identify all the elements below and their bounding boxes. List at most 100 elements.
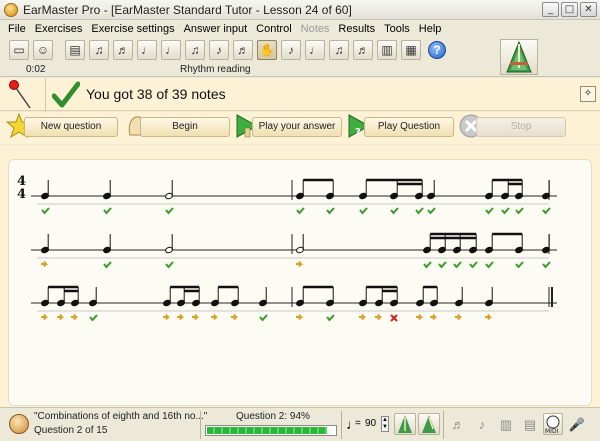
play-your-answer-button[interactable]: Play your answer	[252, 117, 342, 137]
drum-icon[interactable]: ♫	[329, 40, 349, 60]
correct-mark	[103, 207, 112, 215]
staff-icon[interactable]: ♬	[447, 413, 469, 435]
status-bar: "Combinations of eighth and 16th no..." …	[0, 407, 600, 441]
tap-icon[interactable]: ♩	[305, 40, 325, 60]
wrong-mark	[390, 314, 398, 322]
correct-mark	[89, 314, 98, 322]
metronome-accent-icon[interactable]	[418, 413, 440, 435]
sing-icon[interactable]: ♬	[353, 40, 373, 60]
timing-mark	[455, 313, 463, 321]
menu-tools[interactable]: Tools	[384, 23, 410, 35]
timing-mark	[71, 313, 79, 321]
menu-help[interactable]: Help	[419, 23, 442, 35]
timing-mark	[192, 313, 200, 321]
result-message: You got 38 of 39 notes	[86, 86, 226, 102]
app-icon	[4, 2, 18, 17]
microphone-icon[interactable]: 🎤	[566, 413, 588, 435]
minimize-button[interactable]: _	[542, 2, 559, 17]
guitar-icon[interactable]: ♪	[471, 413, 493, 435]
correct-mark	[41, 207, 50, 215]
tempo-equals: =	[355, 418, 361, 429]
timing-mark	[430, 313, 438, 321]
play-question-button[interactable]: Play Question	[364, 117, 454, 137]
title-bar: EarMaster Pro - [EarMaster Standard Tuto…	[0, 0, 600, 20]
lightbulb-icon[interactable]: ✧	[580, 86, 596, 102]
correct-mark	[326, 314, 335, 322]
correct-mark	[296, 207, 305, 215]
correct-mark	[453, 261, 462, 269]
menu-file[interactable]: File	[8, 23, 26, 35]
svg-text:?: ?	[355, 127, 361, 138]
action-buttons-row: New question Begin Play your answer ? Pl…	[0, 112, 600, 144]
pin-icon	[0, 78, 46, 111]
menu-answer-input[interactable]: Answer input	[184, 23, 248, 35]
separator	[443, 411, 444, 439]
exercise-type-label: Rhythm reading	[180, 64, 251, 75]
rhythm-score: 4 4	[17, 174, 557, 322]
new-question-button[interactable]: New question	[24, 117, 118, 137]
time-signature-bottom: 4	[17, 187, 26, 202]
menu-control[interactable]: Control	[256, 23, 291, 35]
timing-mark	[41, 260, 49, 268]
menu-notes[interactable]: Notes	[301, 23, 330, 35]
clap-hands-icon[interactable]: ✋	[257, 40, 277, 60]
score-progress-bar	[205, 425, 337, 436]
quarter-note-icon[interactable]: ♩	[161, 40, 181, 60]
ear-icon[interactable]: ♪	[281, 40, 301, 60]
tuplet-icon[interactable]: ♪	[209, 40, 229, 60]
correct-mark	[415, 207, 424, 215]
score-view-icon[interactable]: ▤	[65, 40, 85, 60]
statistics-icon[interactable]: ▥	[377, 40, 397, 60]
open-folder-icon[interactable]: ▭	[9, 40, 29, 60]
menu-bar: File Exercises Exercise settings Answer …	[0, 20, 600, 37]
notes-eighth-icon[interactable]: ♫	[89, 40, 109, 60]
stop-button[interactable]: Stop	[476, 117, 566, 137]
menu-results[interactable]: Results	[338, 23, 375, 35]
beamed-notes-icon[interactable]: ♫	[185, 40, 205, 60]
correct-mark	[515, 261, 524, 269]
timing-mark	[375, 313, 383, 321]
tempo-spinner[interactable]: ▲ ▼	[381, 416, 389, 432]
menu-exercises[interactable]: Exercises	[35, 23, 83, 35]
timing-mark	[296, 313, 304, 321]
menu-exercise-settings[interactable]: Exercise settings	[91, 23, 174, 35]
score-progress-fill	[207, 427, 328, 434]
correct-mark	[485, 207, 494, 215]
tempo-value[interactable]: 90	[365, 418, 376, 429]
timing-mark	[485, 313, 493, 321]
timing-mark	[163, 313, 171, 321]
timing-mark	[359, 313, 367, 321]
maximize-button[interactable]: □	[561, 2, 578, 17]
timing-mark	[296, 260, 304, 268]
rest-icon[interactable]: ♩	[137, 40, 157, 60]
correct-mark	[427, 207, 436, 215]
begin-button[interactable]: Begin	[140, 117, 230, 137]
results-icon[interactable]: ▦	[401, 40, 421, 60]
correct-mark	[469, 261, 478, 269]
metronome-small-icon[interactable]	[394, 413, 416, 435]
correct-mark	[359, 207, 368, 215]
correct-mark	[542, 261, 551, 269]
correct-mark	[485, 261, 494, 269]
toolbar: ▭ ☺ ▤ ♫ ♬ ♩ ♩ ♫ ♪ ♬ ✋ ♪ ♩ ♫ ♬ ▥ ▦ ? 0:02…	[0, 37, 600, 77]
timing-mark	[177, 313, 185, 321]
lesson-face-icon	[9, 414, 29, 434]
correct-mark	[423, 261, 432, 269]
keyboard-icon[interactable]: ▤	[519, 413, 541, 435]
svg-text:MIDI: MIDI	[545, 428, 559, 434]
correct-mark	[390, 207, 399, 215]
score-sheet: 4 4	[8, 159, 592, 406]
close-button[interactable]: ✕	[580, 2, 597, 17]
score-label: Question 2: 94%	[236, 411, 310, 422]
dotted-note-icon[interactable]: ♬	[233, 40, 253, 60]
correct-mark	[165, 261, 174, 269]
notes-sixteenth-icon[interactable]: ♬	[113, 40, 133, 60]
correct-mark	[438, 261, 447, 269]
timing-mark	[416, 313, 424, 321]
piano-icon[interactable]: ▥	[495, 413, 517, 435]
midi-icon[interactable]: MIDI	[543, 413, 563, 435]
correct-mark	[515, 207, 524, 215]
help-icon[interactable]: ?	[428, 41, 446, 59]
metronome-icon[interactable]	[500, 39, 538, 75]
teacher-avatar-icon[interactable]: ☺	[33, 40, 53, 60]
